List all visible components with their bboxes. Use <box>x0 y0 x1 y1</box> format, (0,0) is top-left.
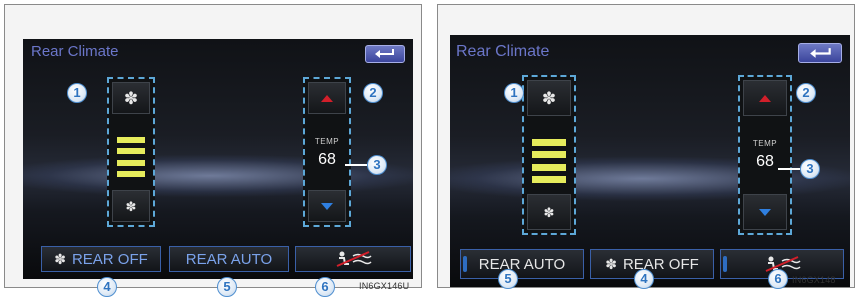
callout-2: 2 <box>796 83 816 103</box>
callout-3: 3 <box>367 155 387 175</box>
number-4: 4 <box>97 277 117 297</box>
arrow-up-icon <box>759 94 771 102</box>
callout-3: 3 <box>800 159 820 179</box>
rear-off-button[interactable]: ✽ REAR OFF <box>41 246 161 272</box>
fan-level-indicator <box>117 137 145 177</box>
fan-speed-control: ✽ ✽ <box>107 77 155 227</box>
number-6: 6 <box>315 277 335 297</box>
temperature-control: TEMP 68 <box>738 75 792 235</box>
fan-speed-up-button[interactable]: ✽ <box>527 80 571 116</box>
rear-climate-screen: Rear Climate ✽ ✽ <box>450 35 850 287</box>
fan-speed-control: ✽ ✽ <box>522 75 576 235</box>
selection-marker <box>723 256 727 272</box>
callout-3-leader <box>778 168 802 170</box>
temp-down-button[interactable] <box>308 190 346 222</box>
temp-value: 68 <box>318 151 336 168</box>
fan-level-indicator <box>532 139 566 183</box>
fan-icon: ✽ <box>54 251 66 267</box>
temperature-control: TEMP 68 <box>303 77 351 227</box>
return-arrow-icon <box>810 48 831 58</box>
fan-level-bar <box>532 151 566 159</box>
rear-climate-screen: Rear Climate ✽ ✽ <box>23 39 413 279</box>
fan-level-bar <box>117 159 145 166</box>
fan-icon: ✽ <box>605 256 617 272</box>
figure-code: IN6GX146U <box>359 281 410 291</box>
screenshot-panel-1: Rear Climate ✽ ✽ TEMP 68 ✽ REAR OFF REAR… <box>4 4 422 297</box>
number-4: 4 <box>634 269 654 289</box>
fan-icon: ✽ <box>123 88 139 108</box>
arrow-down-icon <box>759 208 771 216</box>
temp-down-button[interactable] <box>743 194 787 230</box>
rear-auto-label: REAR AUTO <box>185 250 273 268</box>
temp-up-button[interactable] <box>308 82 346 114</box>
screen-title: Rear Climate <box>31 43 119 60</box>
rear-auto-label: REAR AUTO <box>478 255 566 273</box>
rear-off-label: REAR OFF <box>71 250 148 268</box>
airflow-off-icon <box>336 251 372 267</box>
back-button[interactable] <box>798 43 842 63</box>
screen-title: Rear Climate <box>456 43 550 60</box>
arrow-down-icon <box>321 202 333 210</box>
temp-up-button[interactable] <box>743 80 787 116</box>
selection-marker <box>463 256 467 272</box>
callout-1: 1 <box>67 83 87 103</box>
rear-auto-button[interactable]: REAR AUTO <box>169 246 289 272</box>
callout-2: 2 <box>363 83 383 103</box>
screenshot-panel-2: Rear Climate ✽ ✽ TEMP 68 REAR AUTO ✽ REA… <box>437 4 855 289</box>
fan-level-bar <box>117 170 145 177</box>
callout-3-leader <box>345 164 367 166</box>
fan-speed-up-button[interactable]: ✽ <box>112 82 150 114</box>
number-5: 5 <box>217 277 237 297</box>
fan-level-bar <box>117 148 145 155</box>
fan-speed-down-button[interactable]: ✽ <box>112 190 150 222</box>
return-arrow-icon <box>375 49 394 58</box>
fan-level-bar <box>532 139 566 146</box>
fan-icon: ✽ <box>541 88 557 108</box>
rear-off-label: REAR OFF <box>622 255 699 273</box>
fan-level-bar <box>532 175 566 183</box>
fan-icon: ✽ <box>125 198 137 214</box>
fan-level-bar <box>117 137 145 143</box>
fan-level-bar <box>532 163 566 171</box>
temp-label: TEMP <box>752 139 778 148</box>
airflow-mode-button[interactable] <box>295 246 411 272</box>
back-button[interactable] <box>365 45 405 63</box>
fan-icon: ✽ <box>543 204 555 220</box>
arrow-up-icon <box>321 94 333 102</box>
fan-speed-down-button[interactable]: ✽ <box>527 194 571 230</box>
temp-label: TEMP <box>314 137 340 146</box>
rear-auto-button[interactable]: REAR AUTO <box>460 249 584 279</box>
number-6: 6 <box>768 269 788 289</box>
figure-code: IN6GX148 <box>792 275 836 285</box>
callout-1: 1 <box>504 83 524 103</box>
number-5: 5 <box>498 269 518 289</box>
